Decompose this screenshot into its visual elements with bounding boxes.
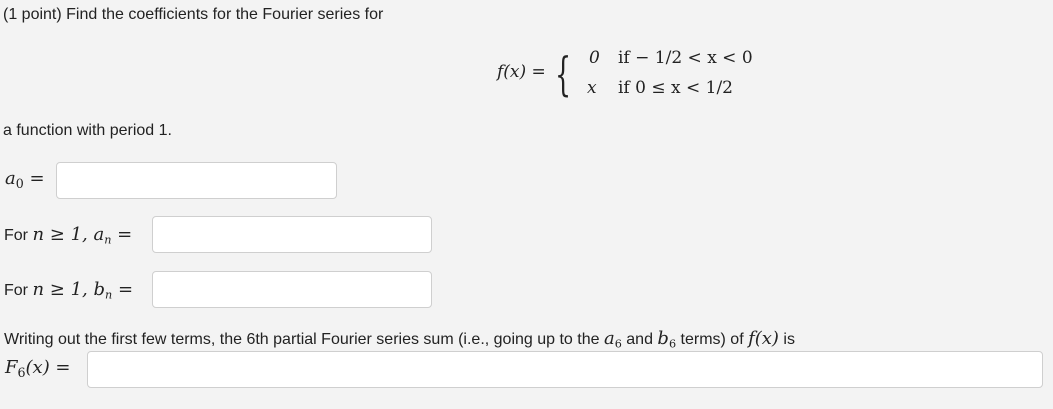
bn-equals: = (112, 279, 134, 300)
f6-arg: (x) = (25, 357, 71, 378)
partial-sum-after: terms) of (676, 331, 749, 348)
a0-label: a0 = (5, 168, 45, 191)
an-equals: = (111, 224, 133, 245)
f6-input[interactable] (87, 351, 1043, 388)
case-1-condition: if − 1/2 < x < 0 (618, 48, 753, 68)
a6-coef: a (603, 328, 615, 349)
a0-subscript: 0 (15, 175, 24, 191)
piecewise-function: f(x) = { 0 if − 1/2 < x < 0 x if 0 ≤ x <… (497, 46, 797, 108)
a0-input[interactable] (56, 162, 337, 199)
f6-coef: F (5, 357, 18, 378)
left-brace: { (555, 47, 572, 101)
f6-label: F6(x) = (5, 357, 71, 380)
an-input[interactable] (152, 216, 432, 253)
period-text: a function with period 1. (3, 122, 172, 139)
problem-intro-text: (1 point) Find the coefficients for the … (3, 6, 384, 23)
partial-sum-text: Writing out the first few terms, the 6th… (4, 328, 795, 349)
a0-equals: = (23, 168, 45, 189)
bn-prefix: For (4, 282, 33, 299)
a0-coef: a (5, 168, 16, 189)
bn-label: For n ≥ 1, bn = (4, 279, 133, 300)
case-1-value: 0 (589, 48, 600, 68)
b6-subscript: 6 (668, 337, 677, 351)
an-prefix: For (4, 227, 33, 244)
function-lhs: f(x) = (497, 62, 546, 82)
bn-coef: b (93, 279, 105, 300)
a6-subscript: 6 (614, 337, 622, 351)
case-2-condition: if 0 ≤ x < 1/2 (618, 78, 733, 98)
partial-sum-and: and (621, 331, 658, 348)
partial-sum-before: Writing out the first few terms, the 6th… (4, 331, 604, 348)
bn-input[interactable] (152, 271, 432, 308)
case-2-value: x (587, 78, 597, 98)
an-condition: n ≥ 1, (32, 224, 94, 245)
b6-coef: b (657, 328, 669, 349)
fx-label: f(x) (748, 328, 779, 349)
an-label: For n ≥ 1, an = (4, 224, 132, 245)
bn-condition: n ≥ 1, (32, 279, 94, 300)
partial-sum-is: is (778, 331, 795, 348)
an-coef: a (93, 224, 105, 245)
f6-subscript: 6 (17, 364, 26, 380)
